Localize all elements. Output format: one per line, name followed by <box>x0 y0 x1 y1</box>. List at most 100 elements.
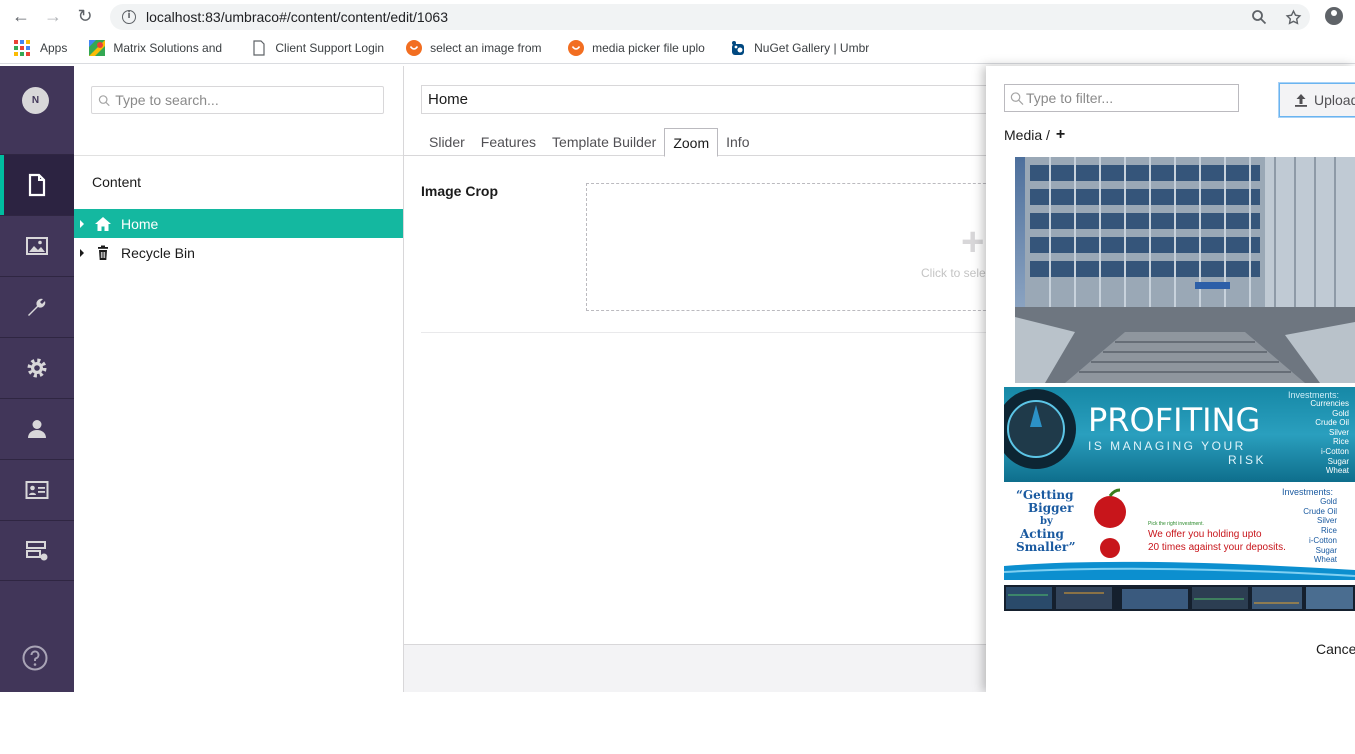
page-bottom-blank <box>0 692 1355 754</box>
image-crop-dropzone[interactable]: + Click to sele <box>586 183 1006 311</box>
reload-icon[interactable]: ↻ <box>74 6 96 28</box>
list-item: Silver <box>1316 516 1337 526</box>
bookmark-matrix[interactable]: Matrix Solutions and <box>89 40 229 56</box>
help-icon[interactable] <box>21 644 49 672</box>
back-icon[interactable]: ← <box>10 6 32 28</box>
list-item: Gold <box>1320 497 1337 506</box>
list-item: Rice <box>1332 437 1349 447</box>
create-folder-icon[interactable]: + <box>1056 126 1065 144</box>
address-url[interactable]: localhost:83/umbraco#/content/content/ed… <box>146 9 448 25</box>
media-item-trading-screens[interactable] <box>1004 585 1355 611</box>
umbraco-app: N Content <box>0 66 1355 692</box>
tree-item-label: Recycle Bin <box>121 244 195 261</box>
dropzone-text: Click to sele <box>921 266 986 280</box>
tab-features[interactable]: Features <box>473 128 544 156</box>
site-info-icon[interactable]: i <box>122 10 136 24</box>
tree-header <box>74 66 403 156</box>
image-crop-label: Image Crop <box>421 183 499 199</box>
bookmark-apps[interactable]: Apps <box>14 40 67 56</box>
tree-item-home[interactable]: Home <box>74 209 403 238</box>
list-item: Currencies <box>1310 399 1349 408</box>
forum-icon <box>406 40 423 56</box>
tree-root-label[interactable]: Content <box>92 174 141 190</box>
apple-list: Gold Crude Oil Silver Rice i-Cotton Suga… <box>1284 497 1337 565</box>
address-bar[interactable]: i localhost:83/umbraco#/content/content/… <box>110 4 1310 30</box>
add-icon: + <box>961 220 985 264</box>
list-item: Crude Oil <box>1303 506 1337 516</box>
editor-tabs: Slider Features Template Builder Zoom In… <box>421 128 757 157</box>
trash-icon <box>98 245 108 260</box>
home-icon <box>95 216 111 231</box>
search-icon <box>98 94 110 106</box>
bookmark-select-image[interactable]: select an image from <box>406 40 546 56</box>
forward-icon[interactable]: → <box>42 6 64 28</box>
bookmark-nuget[interactable]: NuGet Gallery | Umbr <box>730 40 870 56</box>
member-card-icon <box>25 481 49 499</box>
apple-small-text: Pick the right investment. <box>1148 521 1204 527</box>
star-icon[interactable] <box>1285 8 1302 26</box>
apple-offer1: We offer you holding upto <box>1148 529 1262 540</box>
quote-line: Smaller” <box>1016 540 1076 554</box>
bookmarks-bar: Apps Matrix Solutions and Client Support… <box>0 33 1355 64</box>
image-icon <box>26 237 48 255</box>
upload-label: Upload <box>1314 92 1355 108</box>
forms-icon <box>26 540 48 560</box>
profiting-headline: PROFITING <box>1088 401 1261 439</box>
section-settings[interactable] <box>0 276 74 337</box>
list-item: Crude Oil <box>1315 418 1349 428</box>
gear-icon <box>27 358 47 378</box>
search-icon <box>1010 91 1024 105</box>
profile-icon[interactable] <box>1325 7 1343 25</box>
list-item: Sugar <box>1327 456 1349 466</box>
wrench-icon <box>28 298 46 316</box>
node-name-input[interactable]: Home <box>421 85 1001 114</box>
list-item: Rice <box>1320 526 1337 536</box>
tab-info[interactable]: Info <box>718 128 757 156</box>
cancel-button[interactable]: Cance <box>1316 641 1355 657</box>
zoom-icon[interactable] <box>1251 9 1267 25</box>
expand-caret-icon[interactable] <box>80 219 84 228</box>
omnibox-actions <box>1251 4 1310 30</box>
list-item: Gold <box>1332 408 1349 418</box>
media-item-profiting-banner[interactable]: PROFITING IS MANAGING YOUR RISK Investme… <box>1004 387 1355 482</box>
profiting-sub1: IS MANAGING YOUR <box>1088 439 1246 453</box>
section-sidebar: N <box>0 66 74 692</box>
tab-zoom[interactable]: Zoom <box>664 128 719 157</box>
trading-screens-graphic <box>1004 585 1355 611</box>
tree-search-box[interactable] <box>91 86 384 114</box>
page-icon <box>253 40 265 56</box>
tree-item-recycle-bin[interactable]: Recycle Bin <box>74 238 403 267</box>
bookmark-client-support[interactable]: Client Support Login <box>251 40 384 56</box>
list-item: Wheat <box>1313 555 1337 565</box>
tab-slider[interactable]: Slider <box>421 128 473 156</box>
forum-icon <box>568 40 585 56</box>
bookmark-media-picker[interactable]: media picker file uplo <box>568 40 708 56</box>
apple-quote: “Getting Bigger by Acting Smaller” <box>1016 489 1076 554</box>
section-content[interactable] <box>0 154 74 215</box>
avatar[interactable]: N <box>22 87 49 114</box>
section-media[interactable] <box>0 215 74 276</box>
media-filter-input[interactable] <box>1025 90 1238 106</box>
breadcrumb-media[interactable]: Media / <box>1004 127 1050 143</box>
list-item: Silver <box>1328 427 1349 437</box>
media-picker-overlay: Upload Media / + <box>986 66 1355 692</box>
media-filter-box[interactable] <box>1004 84 1239 112</box>
section-forms[interactable] <box>0 520 74 581</box>
section-members[interactable] <box>0 459 74 520</box>
tab-template-builder[interactable]: Template Builder <box>544 128 664 156</box>
apple-offer2: 20 times against your deposits. <box>1148 542 1286 553</box>
section-users[interactable] <box>0 398 74 459</box>
list-item: Sugar <box>1315 545 1337 555</box>
content-editor: Home Slider Features Template Builder Zo… <box>404 66 1006 692</box>
editor-header: Home Slider Features Template Builder Zo… <box>404 66 1001 157</box>
list-item: i-Cotton <box>1320 446 1349 456</box>
maps-icon <box>89 40 106 56</box>
media-item-apple-banner[interactable]: “Getting Bigger by Acting Smaller” Pick … <box>1004 486 1355 580</box>
section-developer[interactable] <box>0 337 74 398</box>
expand-caret-icon[interactable] <box>80 248 84 257</box>
upload-button[interactable]: Upload <box>1279 83 1355 117</box>
tree-search-input[interactable] <box>115 92 383 108</box>
property-divider <box>421 332 1001 333</box>
media-item-building[interactable] <box>1015 157 1355 383</box>
nuget-icon <box>732 41 745 55</box>
